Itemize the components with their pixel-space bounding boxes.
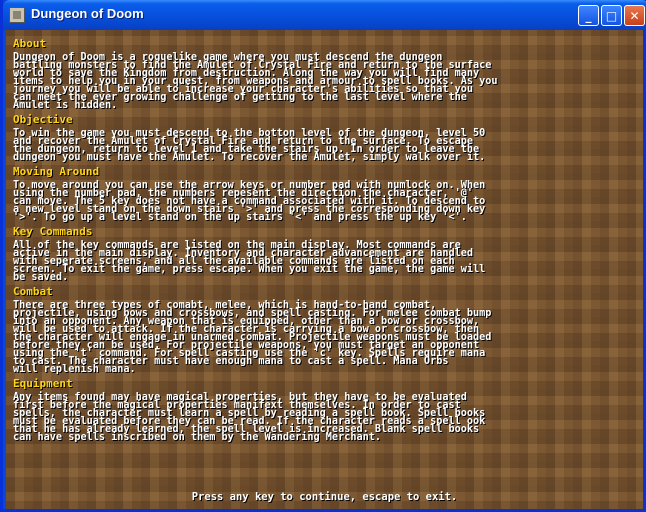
text-line: dungeon you must have the Amulet. To rec… [13,152,486,163]
title-bar[interactable]: Dungeon of Doom _ □ ✕ [3,0,646,30]
help-content: About Dungeon of Doom is a roguelike game… [13,34,639,443]
text-line: Amulet is hidden. [13,100,118,111]
section-heading: Equipment [13,377,73,390]
maximize-button[interactable]: □ [601,5,622,26]
close-button[interactable]: ✕ [624,5,645,26]
section-heading: About [13,37,47,50]
section-text: Any items found may have magical propert… [13,392,639,443]
help-screen[interactable]: About Dungeon of Doom is a roguelike game… [6,30,643,509]
section-heading: Key Commands [13,225,93,238]
section-text: All of the key commands are listed on th… [13,240,639,283]
window-title: Dungeon of Doom [31,6,144,21]
text-line: '>'. To go up a level stand on the up st… [13,212,467,223]
section-heading: Combat [13,285,53,298]
continue-prompt: Press any key to continue, escape to exi… [191,491,458,503]
section-text: To win the game you must descend to the … [13,128,639,163]
text-line: can have spells inscribed on them by the… [13,432,382,443]
text-line: be saved. [13,272,69,283]
section-text: To move around you can use the arrow key… [13,180,639,223]
text-line: will replenish mana. [13,364,136,375]
text-line: screen. To exit the game, press escape. … [13,264,486,275]
section-heading: Objective [13,113,73,126]
section-heading: Moving Around [13,165,100,178]
app-icon[interactable] [9,7,25,23]
section-text: Dungeon of Doom is a roguelike game wher… [13,52,639,111]
minimize-button[interactable]: _ [578,5,599,26]
game-window: Dungeon of Doom _ □ ✕ About Dungeon of Do… [0,0,646,512]
section-text: There are three types of comabt, melee, … [13,300,639,375]
